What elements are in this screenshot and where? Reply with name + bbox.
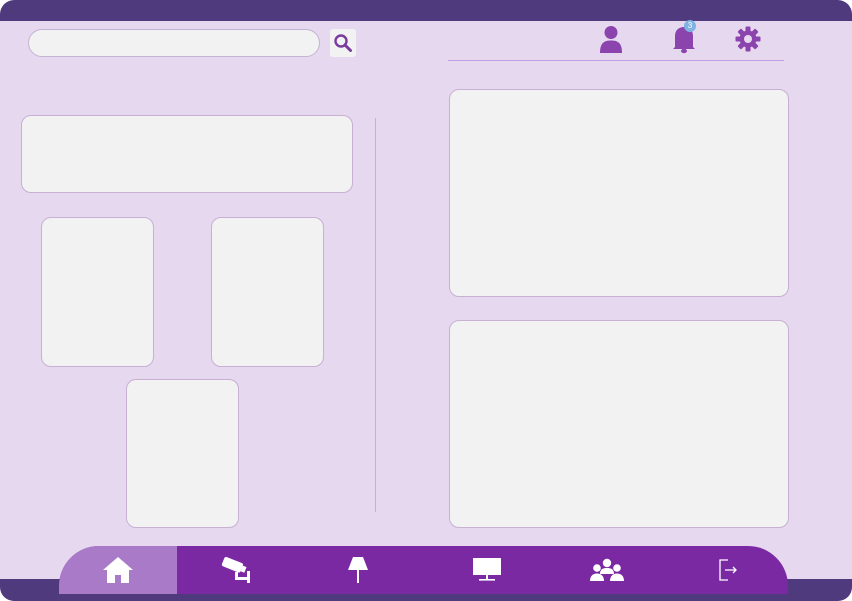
- search-button[interactable]: [330, 29, 356, 57]
- user-icon: [600, 26, 622, 53]
- nav-item-logout[interactable]: [659, 546, 788, 594]
- logout-icon: [719, 559, 737, 581]
- nav-item-cameras[interactable]: [177, 546, 297, 594]
- settings-button[interactable]: [735, 26, 761, 52]
- lamp-icon: [348, 557, 368, 583]
- gear-icon: [735, 26, 761, 52]
- tile-card-2[interactable]: [211, 217, 324, 367]
- search-input[interactable]: [28, 29, 320, 57]
- search-icon: [334, 34, 352, 52]
- notification-badge: 3: [684, 20, 696, 32]
- nav-item-users[interactable]: [555, 546, 659, 594]
- tile-card-1[interactable]: [41, 217, 154, 367]
- nav-item-display[interactable]: [419, 546, 555, 594]
- home-icon: [103, 557, 133, 583]
- nav-item-home[interactable]: [59, 546, 177, 594]
- tile-card-3[interactable]: [126, 379, 239, 528]
- nav-item-lamp[interactable]: [297, 546, 419, 594]
- app-frame: 3: [0, 0, 852, 601]
- user-button[interactable]: [598, 24, 624, 54]
- bottom-nav: [59, 546, 788, 594]
- panel-card-top: [449, 89, 789, 297]
- banner-card: [21, 115, 353, 193]
- security-camera-icon: [221, 556, 250, 583]
- panel-card-bottom: [449, 320, 789, 528]
- top-bar: [0, 0, 852, 21]
- header-divider: [448, 60, 784, 61]
- monitor-icon: [473, 558, 501, 581]
- column-divider: [375, 118, 376, 512]
- group-icon: [590, 558, 624, 581]
